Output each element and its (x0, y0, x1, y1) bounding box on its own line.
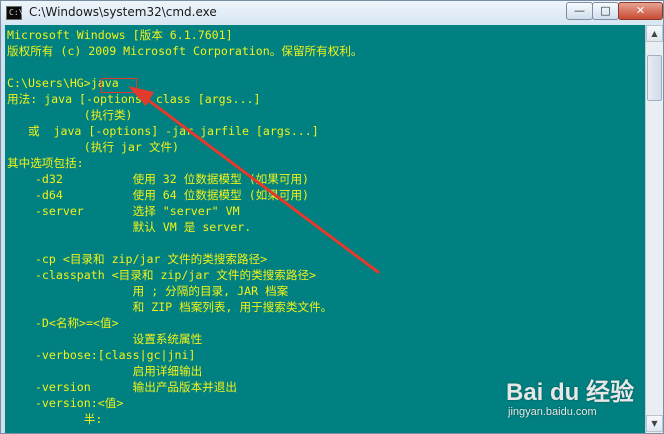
console-line: 和 ZIP 档案列表, 用于搜索类文件。 (7, 300, 333, 314)
console-line: 用法: java [-options] class [args...] (7, 92, 261, 106)
console-line: 或 java [-options] -jar jarfile [args...] (7, 124, 319, 138)
console-line: 用 ; 分隔的目录, JAR 档案 (7, 284, 289, 298)
console-line: -D<名称>=<值> (7, 316, 119, 330)
console-line: 其中选项包括: (7, 156, 84, 170)
console-line: 默认 VM 是 server. (7, 220, 252, 234)
maximize-button[interactable]: □ (592, 2, 619, 20)
console-line: -version 输出产品版本并退出 (7, 380, 237, 394)
cmd-window: C:\ C:\Windows\system32\cmd.exe — □ ✕ Mi… (0, 0, 664, 434)
console-line: -verbose:[class|gc|jni] (7, 348, 196, 362)
console-line: 版权所有 (c) 2009 Microsoft Corporation。保留所有… (7, 44, 363, 58)
console-line: (执行类) (7, 108, 133, 122)
console-line: -server 选择 "server" VM (7, 204, 240, 218)
console-line: -cp <目录和 zip/jar 文件的类搜索路径> (7, 252, 268, 266)
title-bar[interactable]: C:\ C:\Windows\system32\cmd.exe — □ ✕ (1, 1, 663, 25)
console-line: -classpath <目录和 zip/jar 文件的类搜索路径> (7, 268, 317, 282)
scroll-thumb[interactable] (647, 55, 662, 101)
console-line: -d64 使用 64 位数据模型 (如果可用) (7, 188, 310, 202)
console-line: 设置系统属性 (7, 332, 203, 346)
scroll-up-icon[interactable]: ▲ (646, 25, 663, 42)
console-line: 启用详细输出 (7, 364, 203, 378)
console-line: 半: (7, 412, 103, 426)
baidu-jingyan-watermark: Bai du 经验 jingyan.baidu.com (506, 372, 656, 430)
cmd-icon-text: C:\ (9, 8, 24, 17)
watermark-logo: Bai du 经验 (506, 379, 635, 406)
cmd-icon: C:\ (6, 6, 24, 20)
console-line: (执行 jar 文件) (7, 140, 180, 154)
console-line: Microsoft Windows [版本 6.1.7601] (7, 28, 233, 42)
minimize-button[interactable]: — (566, 2, 593, 20)
window-title: C:\Windows\system32\cmd.exe (29, 5, 217, 19)
console-line: -version:<值> (7, 396, 124, 410)
watermark-url: jingyan.baidu.com (508, 406, 597, 418)
console-line: -d32 使用 32 位数据模型 (如果可用) (7, 172, 310, 186)
java-command-highlight (101, 78, 137, 93)
close-button[interactable]: ✕ (618, 2, 663, 20)
